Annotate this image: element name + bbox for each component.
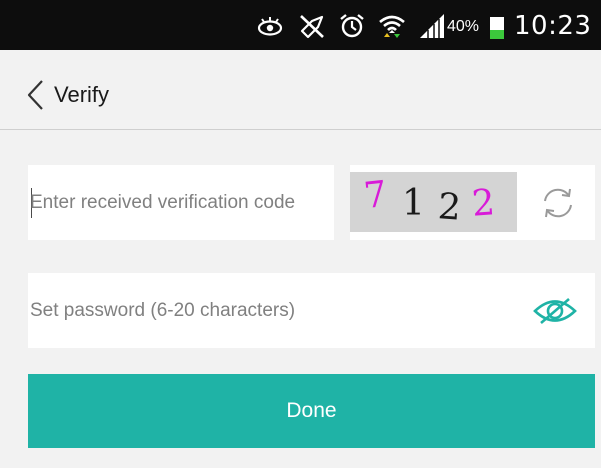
page-title: Verify — [54, 82, 110, 107]
eye-icon — [256, 13, 284, 39]
captcha-char: 1 — [402, 183, 425, 224]
captcha-image[interactable]: 7 1 2 2 — [350, 172, 517, 232]
verification-code-input[interactable] — [30, 165, 334, 240]
back-button[interactable]: Verify — [26, 78, 109, 112]
password-input[interactable] — [30, 273, 510, 348]
verification-code-field[interactable] — [28, 165, 334, 240]
battery-percent: 40% — [447, 18, 480, 35]
chevron-left-icon — [26, 79, 44, 111]
clock: 10:23 — [514, 11, 592, 41]
signal-icon — [418, 13, 446, 39]
eye-slash-icon[interactable] — [533, 296, 577, 326]
done-button[interactable]: Done — [28, 374, 595, 448]
status-bar: 40% 10:23 — [0, 0, 601, 50]
wifi-icon — [378, 13, 406, 39]
captcha-panel: 7 1 2 2 — [350, 165, 595, 240]
refresh-icon[interactable] — [540, 186, 576, 220]
alarm-icon — [338, 13, 366, 39]
password-field[interactable] — [28, 273, 595, 348]
captcha-char: 7 — [361, 173, 389, 218]
mute-icon — [298, 13, 326, 39]
battery-icon — [490, 17, 504, 39]
captcha-char: 2 — [436, 186, 463, 229]
captcha-char: 2 — [470, 182, 497, 225]
header: Verify — [0, 50, 601, 130]
